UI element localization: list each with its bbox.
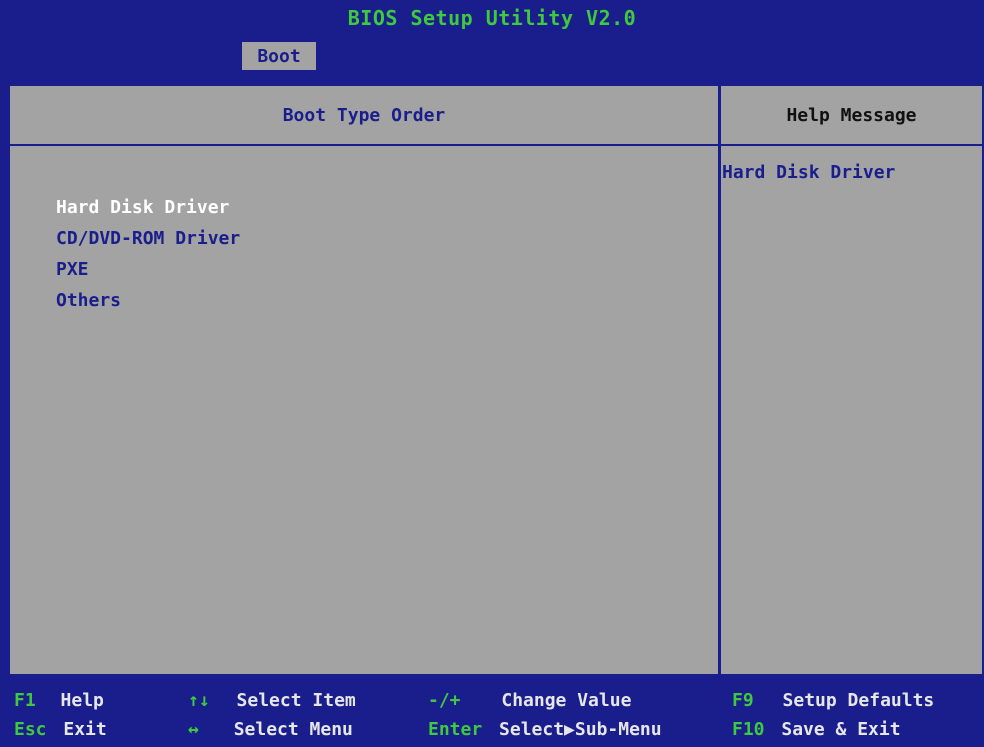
- select-menu-label: Select Menu: [233, 719, 353, 740]
- up-down-arrows-icon: ↑↓: [188, 690, 210, 711]
- key-esc-label: Exit: [63, 719, 107, 740]
- app-title: BIOS Setup Utility V2.0: [347, 6, 637, 30]
- key-hint-change-value: -/+ Change Value: [428, 690, 631, 711]
- key-f10: F10: [732, 719, 765, 740]
- key-f1: F1: [14, 690, 36, 711]
- key-hint-setup-defaults: F9 Setup Defaults: [732, 690, 934, 711]
- key-esc: Esc: [14, 719, 47, 740]
- boot-type-order-heading: Boot Type Order: [282, 104, 446, 126]
- key-hint-help: F1 Help: [14, 690, 104, 711]
- change-value-label: Change Value: [501, 690, 632, 711]
- help-message-text: Hard Disk Driver: [722, 162, 896, 183]
- boot-item-cd-dvd-rom[interactable]: CD/DVD-ROM Driver: [56, 223, 240, 254]
- boot-item-pxe[interactable]: PXE: [56, 254, 240, 285]
- panel-divider: [718, 86, 721, 674]
- left-right-arrows-icon: ↔: [188, 719, 199, 740]
- main-panel: Boot Type Order Help Message Hard Disk D…: [8, 84, 984, 676]
- key-enter: Enter: [428, 719, 483, 740]
- key-hint-exit: Esc Exit: [14, 719, 107, 740]
- header-divider: [10, 144, 982, 146]
- key-f9: F9: [732, 690, 754, 711]
- key-hint-sub-menu: Enter Select▶Sub-Menu: [428, 719, 662, 740]
- tab-boot[interactable]: Boot: [242, 42, 316, 70]
- help-message-heading: Help Message: [786, 104, 917, 126]
- boot-order-list: Hard Disk Driver CD/DVD-ROM Driver PXE O…: [56, 192, 240, 316]
- select-item-label: Select Item: [236, 690, 356, 711]
- boot-item-hard-disk[interactable]: Hard Disk Driver: [56, 192, 240, 223]
- key-hint-save-exit: F10 Save & Exit: [732, 719, 901, 740]
- title-bar: BIOS Setup Utility V2.0 Boot: [0, 0, 984, 72]
- key-f1-label: Help: [60, 690, 104, 711]
- key-minus-plus: -/+: [428, 690, 461, 711]
- setup-defaults-label: Setup Defaults: [782, 690, 935, 711]
- key-legend: F1 Help Esc Exit ↑↓ Select Item ↔ Select…: [0, 684, 984, 747]
- save-exit-label: Save & Exit: [781, 719, 901, 740]
- key-hint-select-menu: ↔ Select Menu: [188, 719, 353, 740]
- sub-menu-label: Select▶Sub-Menu: [499, 719, 662, 740]
- boot-item-others[interactable]: Others: [56, 285, 240, 316]
- key-hint-select-item: ↑↓ Select Item: [188, 690, 356, 711]
